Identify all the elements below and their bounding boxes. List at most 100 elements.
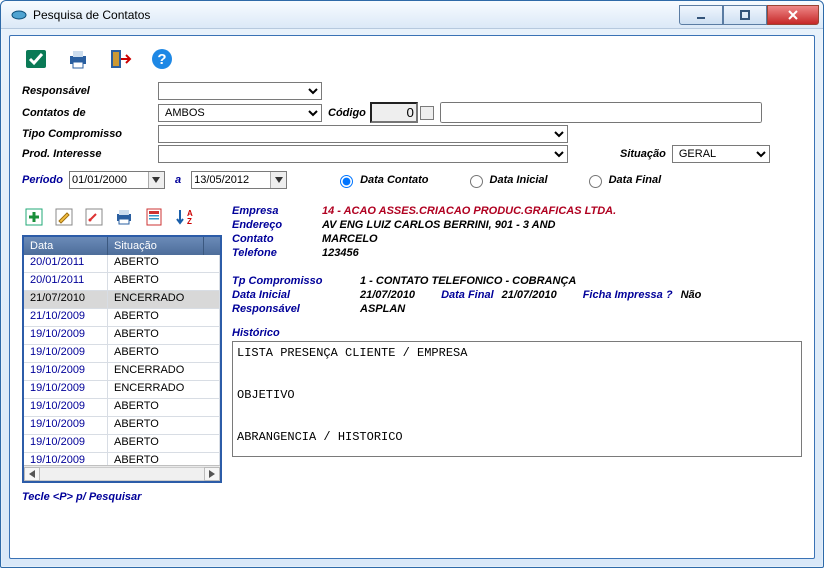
table-row[interactable]: 19/10/2009ABERTO: [24, 453, 220, 465]
sort-az-icon[interactable]: AZ: [172, 205, 196, 229]
cell-situacao: ENCERRADO: [108, 291, 220, 308]
responsavel-detail-value: ASPLAN: [360, 303, 405, 315]
table-row[interactable]: 19/10/2009ENCERRADO: [24, 381, 220, 399]
telefone-label: Telefone: [232, 247, 322, 259]
grid-horizontal-scrollbar[interactable]: [24, 465, 220, 481]
radio-data-inicial[interactable]: [470, 175, 483, 188]
data-final-label: Data Final: [441, 289, 494, 301]
chevron-down-icon[interactable]: [148, 172, 164, 188]
data-inicial-value: 21/07/2010: [360, 289, 415, 301]
cell-situacao: ENCERRADO: [108, 381, 220, 398]
scroll-right-icon[interactable]: [204, 467, 220, 481]
check-icon[interactable]: [22, 46, 50, 72]
cell-data: 19/10/2009: [24, 399, 108, 416]
cell-situacao: ABERTO: [108, 255, 220, 272]
codigo-nome-input[interactable]: [440, 102, 762, 123]
cell-situacao: ABERTO: [108, 273, 220, 290]
search-hint: Tecle <P> p/ Pesquisar: [22, 491, 222, 503]
grid-body[interactable]: 20/01/2011ABERTO20/01/2011ABERTO21/07/20…: [24, 255, 220, 465]
contatos-de-label: Contatos de: [22, 107, 158, 119]
prod-interesse-select[interactable]: [158, 145, 568, 163]
responsavel-detail-label: Responsável: [232, 303, 352, 315]
periodo-end-picker[interactable]: [191, 171, 287, 189]
ficha-impressa-value: Não: [681, 289, 702, 301]
radio-data-contato[interactable]: [340, 175, 353, 188]
add-icon[interactable]: [22, 205, 46, 229]
cell-situacao: ABERTO: [108, 435, 220, 452]
app-icon: [11, 7, 27, 23]
content-panel: ? Responsável Contatos de AMBOS Código T…: [9, 35, 815, 559]
endereco-value: AV ENG LUIZ CARLOS BERRINI, 901 - 3 AND: [322, 219, 555, 231]
table-row[interactable]: 19/10/2009ABERTO: [24, 417, 220, 435]
cell-situacao: ABERTO: [108, 309, 220, 326]
cell-data: 21/07/2010: [24, 291, 108, 308]
table-row[interactable]: 19/10/2009ABERTO: [24, 399, 220, 417]
sub-toolbar: AZ: [22, 205, 222, 229]
cell-data: 19/10/2009: [24, 345, 108, 362]
table-row[interactable]: 19/10/2009ENCERRADO: [24, 363, 220, 381]
contatos-de-select[interactable]: AMBOS: [158, 104, 322, 122]
periodo-end-input[interactable]: [192, 172, 270, 188]
cell-data: 20/01/2011: [24, 273, 108, 290]
close-button[interactable]: [767, 5, 819, 25]
table-row[interactable]: 19/10/2009ABERTO: [24, 327, 220, 345]
data-final-value: 21/07/2010: [502, 289, 557, 301]
situacao-select[interactable]: GERAL: [672, 145, 770, 163]
window-title: Pesquisa de Contatos: [33, 8, 679, 22]
filter-panel: Responsável Contatos de AMBOS Código Tip…: [22, 82, 802, 163]
svg-text:Z: Z: [187, 217, 192, 226]
results-grid[interactable]: Data Situação 20/01/2011ABERTO20/01/2011…: [22, 235, 222, 483]
printer-icon[interactable]: [112, 205, 136, 229]
periodo-label: Período: [22, 174, 63, 186]
table-row[interactable]: 21/07/2010ENCERRADO: [24, 291, 220, 309]
scroll-left-icon[interactable]: [24, 467, 40, 481]
responsavel-label: Responsável: [22, 85, 158, 97]
telefone-value: 123456: [322, 247, 359, 259]
help-icon[interactable]: ?: [148, 46, 176, 72]
tipo-compromisso-select[interactable]: [158, 125, 568, 143]
table-row[interactable]: 19/10/2009ABERTO: [24, 435, 220, 453]
contato-label: Contato: [232, 233, 322, 245]
col-situacao[interactable]: Situação: [108, 237, 204, 255]
responsavel-select[interactable]: [158, 82, 322, 100]
cell-data: 19/10/2009: [24, 453, 108, 465]
contato-value: MARCELO: [322, 233, 378, 245]
historico-label: Histórico: [232, 327, 802, 339]
table-row[interactable]: 20/01/2011ABERTO: [24, 273, 220, 291]
col-data[interactable]: Data: [24, 237, 108, 255]
table-row[interactable]: 21/10/2009ABERTO: [24, 309, 220, 327]
endereco-label: Endereço: [232, 219, 322, 231]
cell-data: 19/10/2009: [24, 327, 108, 344]
periodo-row: Período a Data Contato: [22, 171, 802, 189]
minimize-button[interactable]: [679, 5, 723, 25]
historico-textarea[interactable]: LISTA PRESENÇA CLIENTE / EMPRESA OBJETIV…: [232, 341, 802, 457]
exit-icon[interactable]: [106, 46, 134, 72]
main-toolbar: ?: [22, 44, 802, 82]
table-row[interactable]: 19/10/2009ABERTO: [24, 345, 220, 363]
maximize-button[interactable]: [723, 5, 767, 25]
sheet-icon[interactable]: [142, 205, 166, 229]
cell-data: 19/10/2009: [24, 381, 108, 398]
periodo-start-input[interactable]: [70, 172, 148, 188]
note-icon[interactable]: [82, 205, 106, 229]
empresa-label: Empresa: [232, 205, 322, 217]
radio-data-final[interactable]: [589, 175, 602, 188]
cell-data: 19/10/2009: [24, 363, 108, 380]
codigo-input[interactable]: [370, 102, 418, 123]
details-panel: Empresa 14 - ACAO ASSES.CRIACAO PRODUC.G…: [232, 205, 802, 503]
codigo-picker-button[interactable]: [420, 106, 434, 120]
cell-data: 19/10/2009: [24, 417, 108, 434]
radio-data-contato-label: Data Contato: [360, 174, 428, 186]
situacao-label: Situação: [620, 148, 666, 160]
svg-text:?: ?: [157, 51, 166, 68]
cell-data: 20/01/2011: [24, 255, 108, 272]
chevron-down-icon[interactable]: [270, 172, 286, 188]
printer-icon[interactable]: [64, 46, 92, 72]
periodo-start-picker[interactable]: [69, 171, 165, 189]
table-row[interactable]: 20/01/2011ABERTO: [24, 255, 220, 273]
data-inicial-label: Data Inicial: [232, 289, 352, 301]
prod-interesse-label: Prod. Interesse: [22, 148, 158, 160]
cell-situacao: ABERTO: [108, 399, 220, 416]
edit-icon[interactable]: [52, 205, 76, 229]
titlebar[interactable]: Pesquisa de Contatos: [1, 1, 823, 29]
